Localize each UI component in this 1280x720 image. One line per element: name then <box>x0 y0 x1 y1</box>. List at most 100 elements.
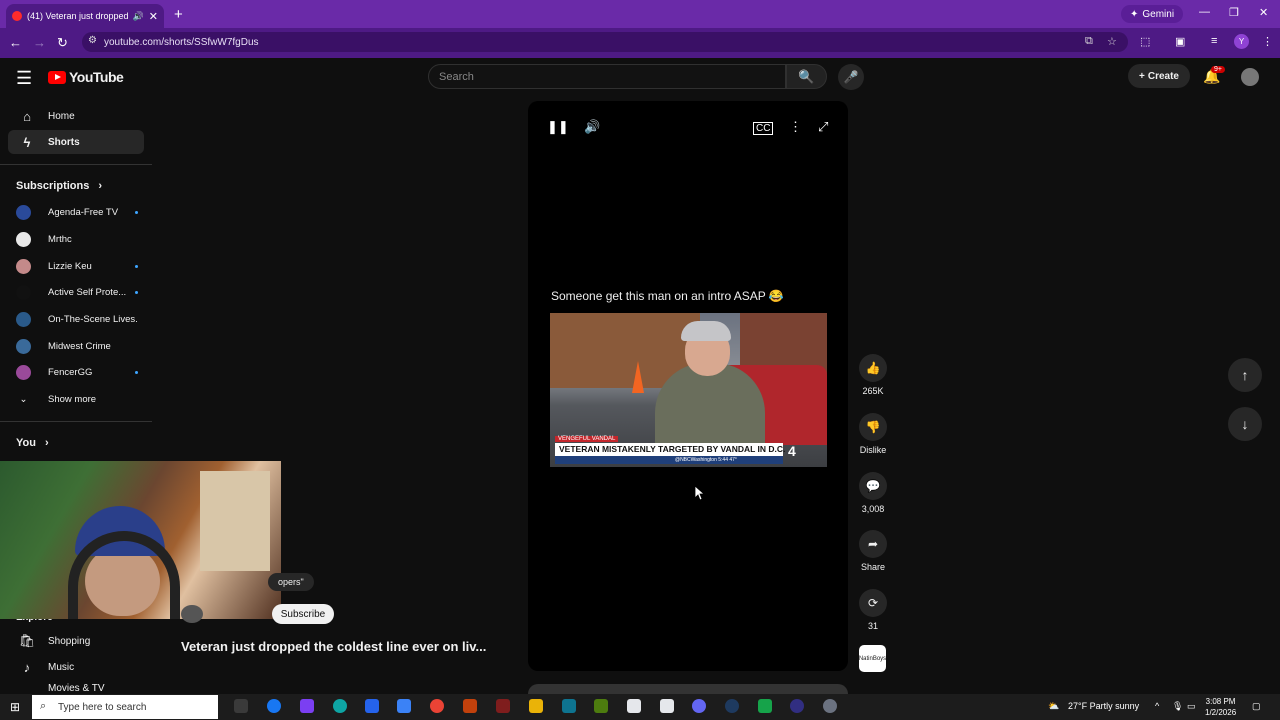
app-icon[interactable] <box>463 699 477 713</box>
store-icon[interactable] <box>365 699 379 713</box>
reload-icon[interactable]: ↻ <box>57 35 68 51</box>
network-icon[interactable]: ▭ <box>1187 701 1196 712</box>
arrow-up-icon: ↑ <box>1241 367 1249 383</box>
bookmark-star-icon[interactable]: ☆ <box>1107 35 1117 48</box>
restore-button[interactable]: ❐ <box>1229 6 1239 19</box>
edge-icon[interactable] <box>333 699 347 713</box>
gemini-button[interactable]: ✦ Gemini <box>1121 5 1184 23</box>
youtube-play-icon <box>48 70 66 84</box>
account-avatar[interactable] <box>1241 68 1259 86</box>
volume-icon[interactable]: 🔊 <box>584 119 600 135</box>
closed-captions-icon[interactable]: CC <box>753 122 774 135</box>
app-icon[interactable] <box>562 699 576 713</box>
copilot-icon[interactable] <box>300 699 314 713</box>
address-bar[interactable]: ⚙ youtube.com/shorts/SSfwW7fgDus ⧉ ☆ <box>82 32 1128 52</box>
search-input[interactable]: Search <box>428 64 786 89</box>
notification-center-icon[interactable]: ▢ <box>1252 701 1261 712</box>
search-icon: ⌕ <box>40 700 47 712</box>
tray-chevron-icon[interactable]: ^ <box>1155 701 1159 711</box>
install-icon[interactable]: ⧉ <box>1085 35 1093 48</box>
sound-thumbnail[interactable]: NatinBoys <box>859 645 886 672</box>
back-icon[interactable]: ← <box>9 35 22 50</box>
weather-text[interactable]: 27°F Partly sunny <box>1068 701 1139 711</box>
browser-tab[interactable]: (41) Veteran just dropped t 🔊 ✕ <box>6 4 164 28</box>
subscription-item[interactable]: Mrthc <box>16 229 138 249</box>
chrome-menu-icon[interactable]: ⋮ <box>1262 35 1273 48</box>
taskbar-search-input[interactable]: ⌕ Type here to search <box>32 695 218 719</box>
sidebar-divider <box>0 421 152 422</box>
sidebar-item-home[interactable]: ⌂ Home <box>8 104 144 128</box>
app-icon[interactable] <box>758 699 772 713</box>
previous-short-button[interactable]: ↑ <box>1228 358 1262 392</box>
search-button[interactable]: 🔍 <box>786 64 827 89</box>
forward-icon[interactable]: → <box>33 35 46 50</box>
sidebar-item-shorts[interactable]: ϟ Shorts <box>8 130 144 154</box>
notepad-icon[interactable] <box>627 699 641 713</box>
subscriptions-heading[interactable]: Subscriptions › <box>16 180 102 192</box>
voice-search-button[interactable]: 🎤 <box>838 64 864 90</box>
new-content-dot <box>135 290 138 294</box>
facebook-icon[interactable] <box>267 699 281 713</box>
station-logo: 4 <box>788 443 796 459</box>
share-arrow-icon: ➦ <box>859 530 887 558</box>
chrome-icon[interactable] <box>430 699 444 713</box>
channel-name: Midwest Crime <box>48 340 111 352</box>
minimize-button[interactable]: — <box>1199 6 1210 18</box>
media-controls-icon[interactable]: ≡ <box>1211 35 1217 47</box>
sound-chip[interactable]: opers" <box>268 573 314 591</box>
subscription-item[interactable]: Midwest Crime <box>16 336 138 356</box>
subscription-item[interactable]: Lizzie Keu <box>16 256 138 276</box>
tab-audio-icon[interactable]: 🔊 <box>133 11 144 22</box>
thumbs-down-icon: 👎 <box>859 413 887 441</box>
short-title[interactable]: Veteran just dropped the coldest line ev… <box>181 639 486 654</box>
subscription-item[interactable]: FencerGG <box>16 362 138 382</box>
extensions-icon[interactable]: ⬚ <box>1140 35 1150 48</box>
sidebar-item-music[interactable]: ♪ Music <box>8 655 144 679</box>
share-button[interactable]: ➦ Share <box>858 530 888 572</box>
tab-close-icon[interactable]: ✕ <box>149 10 158 23</box>
task-view-icon[interactable] <box>234 699 248 713</box>
side-panel-icon[interactable]: ▣ <box>1175 35 1185 48</box>
subscribe-button[interactable]: Subscribe <box>272 604 334 624</box>
sidebar-item-movies[interactable]: Movies & TV <box>8 682 144 694</box>
fullscreen-icon[interactable]: ⤢ <box>818 119 828 135</box>
new-content-dot <box>135 210 138 214</box>
app-icon[interactable] <box>692 699 706 713</box>
veteran-body <box>655 363 765 453</box>
hamburger-menu-icon[interactable]: ☰ <box>16 68 32 89</box>
channel-avatar[interactable] <box>181 605 203 623</box>
profile-avatar[interactable]: Y <box>1234 34 1249 49</box>
close-window-button[interactable]: ✕ <box>1259 6 1268 19</box>
next-short-button[interactable]: ↓ <box>1228 407 1262 441</box>
create-button[interactable]: + Create <box>1128 64 1190 88</box>
subscription-item[interactable]: Active Self Prote... <box>16 282 138 302</box>
subscription-item[interactable]: On-The-Scene Lives... <box>16 309 138 329</box>
minecraft-icon[interactable] <box>594 699 608 713</box>
dislike-button[interactable]: 👎 Dislike <box>855 413 891 455</box>
obs-icon[interactable] <box>790 699 804 713</box>
pause-icon[interactable]: ❚❚ <box>547 119 569 135</box>
comments-button[interactable]: 💬 3,008 <box>858 472 888 514</box>
steam-icon[interactable] <box>725 699 739 713</box>
more-options-icon[interactable]: ⋮ <box>789 119 802 135</box>
new-tab-button[interactable]: + <box>174 6 183 23</box>
show-more-button[interactable]: ⌄ Show more <box>16 389 138 409</box>
subscription-item[interactable]: Agenda-Free TV <box>16 202 138 222</box>
youtube-logo[interactable]: YouTube <box>48 69 124 85</box>
gemini-label: Gemini <box>1142 8 1175 20</box>
like-button[interactable]: 👍 265K <box>858 354 888 396</box>
remix-button[interactable]: ⟳ 31 <box>858 589 888 631</box>
notepad-icon[interactable] <box>660 699 674 713</box>
microphone-tray-icon[interactable]: 🎙 <box>1172 701 1183 712</box>
you-heading[interactable]: You › <box>16 437 49 449</box>
system-clock[interactable]: 3:08 PM 1/2/2026 <box>1205 696 1236 718</box>
app-icon[interactable] <box>496 699 510 713</box>
file-explorer-icon[interactable] <box>529 699 543 713</box>
sidebar-item-shopping[interactable]: 🛍 Shopping <box>8 629 144 653</box>
windows-start-icon[interactable]: ⊞ <box>10 700 20 714</box>
settings-icon[interactable] <box>823 699 837 713</box>
outlook-icon[interactable] <box>397 699 411 713</box>
url-text: youtube.com/shorts/SSfwW7fgDus <box>104 36 259 48</box>
sidebar-item-label: Shopping <box>48 635 91 647</box>
site-info-icon[interactable]: ⚙ <box>88 35 97 46</box>
